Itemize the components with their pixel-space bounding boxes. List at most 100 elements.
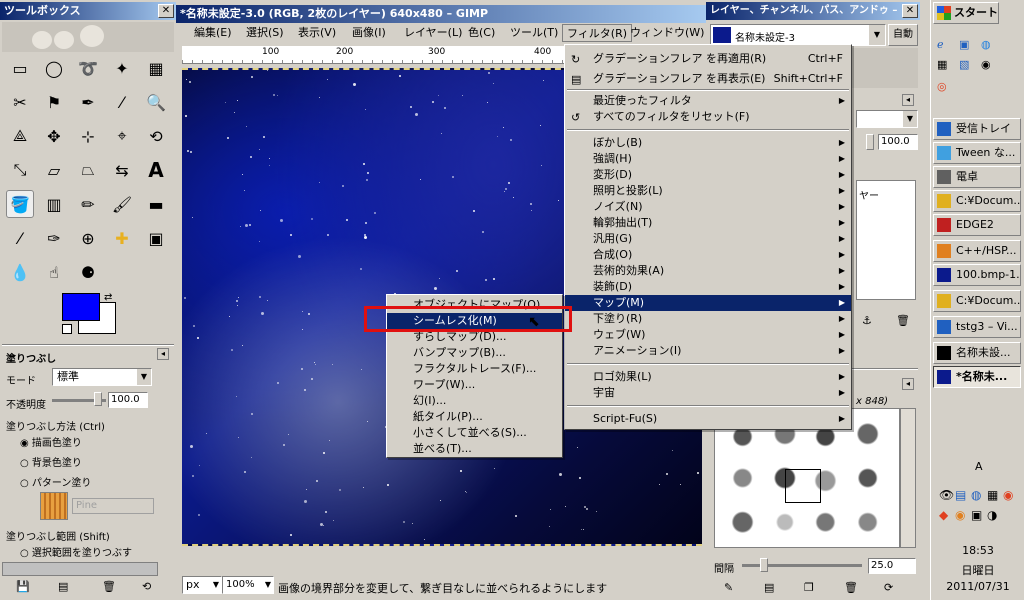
pattern-preview[interactable] [40,492,68,520]
mode-select[interactable]: 標準 ▼ [52,368,152,386]
taskbar-button[interactable]: Tween な... [933,142,1021,164]
menu-image[interactable]: 画像(I) [348,24,390,42]
filter-menu-item[interactable]: 汎用(G) ▶ [565,231,851,247]
paths-icon[interactable]: ✒ [74,88,102,116]
smudge-icon[interactable]: ☝ [40,258,68,286]
close-icon[interactable]: ✕ [902,4,918,18]
layer-opacity-input[interactable]: 100.0 [878,134,918,150]
menu-filters[interactable]: フィルタ(R) [562,24,633,42]
delete-layer-icon[interactable]: 🗑 [896,314,910,327]
tray-icon[interactable]: ◉ [955,508,965,522]
taskbar-button[interactable]: EDGE2 [933,214,1021,236]
tab-menu-icon[interactable]: ◂ [902,94,914,106]
menu-select[interactable]: 選択(S) [242,24,288,42]
app-icon[interactable]: ▧ [959,58,969,71]
radio-fg-fill[interactable]: ◉ 描画色塗り [20,434,82,449]
spacing-input[interactable]: 25.0 [868,558,916,574]
dodge-burn-icon[interactable]: ⚈ [74,258,102,286]
perspective-icon[interactable]: ⏢ [74,156,102,184]
zoom-icon[interactable]: 🔍 [142,88,170,116]
radio-pattern-fill[interactable]: ○ パターン塗り [20,474,91,489]
tray-icon[interactable]: ▦ [987,488,998,502]
filter-menu-item[interactable]: 強調(H) ▶ [565,151,851,167]
map-menu-item[interactable]: 並べる(T)... [387,441,562,457]
anchor-icon[interactable]: ⚓ [862,314,872,327]
new-brush-icon[interactable]: ▤ [764,581,774,594]
taskbar-button[interactable]: 名称未設... [933,342,1021,364]
spacing-slider-handle[interactable] [760,558,768,572]
chevron-down-icon[interactable]: ▼ [903,111,917,127]
filter-menu-item[interactable]: マップ(M) ▶ [565,295,851,311]
layer-mode-select[interactable]: ▼ [856,110,918,128]
tab-menu-icon[interactable]: ◂ [157,348,169,360]
perspective-clone-icon[interactable]: ▣ [142,224,170,252]
map-menu-item[interactable]: ワープ(W)... [387,377,562,393]
blend-icon[interactable]: ▥ [40,190,68,218]
flip-icon[interactable]: ⇆ [108,156,136,184]
auto-button[interactable]: 自動 [888,24,918,46]
refresh-brushes-icon[interactable]: ⟳ [884,581,893,594]
map-menu-item[interactable]: フラクタルトレース(F)... [387,361,562,377]
text-icon[interactable]: A [142,156,170,184]
opacity-slider-handle[interactable] [94,392,102,406]
ie-icon[interactable]: ℯ [937,38,944,51]
map-menu-item[interactable]: バンプマップ(B)... [387,345,562,361]
move-icon[interactable]: ✥ [40,122,68,150]
filter-menu-item[interactable]: アニメーション(I) ▶ [565,343,851,359]
close-icon[interactable]: ✕ [158,4,174,18]
taskbar-button[interactable]: 受信トレイ [933,118,1021,140]
shear-icon[interactable]: ▱ [40,156,68,184]
options-hscrollbar[interactable] [2,562,158,576]
default-colors-icon[interactable] [62,324,72,334]
tray-icon[interactable]: ▤ [955,488,966,502]
map-menu-item[interactable]: 幻(I)... [387,393,562,409]
pencil-icon[interactable]: ✏ [74,190,102,218]
free-select-icon[interactable]: ➰ [74,54,102,82]
filter-menu-item[interactable]: ノイズ(N) ▶ [565,199,851,215]
foreground-select-icon[interactable]: ⚑ [40,88,68,116]
chevron-down-icon[interactable]: ▼ [869,25,885,45]
taskbar-button[interactable]: tstg3 – Vi... [933,316,1021,338]
filter-menu-item[interactable]: 宇宙 ▶ [565,385,851,401]
chevron-down-icon[interactable]: ▼ [137,369,151,385]
rect-select-icon[interactable]: ▭ [6,54,34,82]
clock-time[interactable]: 18:53 [931,544,1024,557]
unit-select[interactable]: px ▼ [182,576,222,594]
image-select[interactable]: 名称未設定-3 ▼ [710,24,886,46]
crop-icon[interactable]: ⌖ [108,122,136,150]
taskbar-button[interactable]: C:¥Docum... [933,190,1021,212]
edit-brush-icon[interactable]: ✎ [724,581,733,594]
menu-color[interactable]: 色(C) [464,24,499,42]
taskbar-button[interactable]: C++/HSP... [933,240,1021,262]
filter-menu-item[interactable]: 装飾(D) ▶ [565,279,851,295]
app-icon[interactable]: ▦ [937,58,947,71]
delete-options-icon[interactable]: 🗑 [102,580,116,593]
tray-icon[interactable]: ◉ [1003,488,1013,502]
filter-menu-item[interactable]: ぼかし(B) ▶ [565,135,851,151]
ellipse-select-icon[interactable]: ◯ [40,54,68,82]
filter-menu-item[interactable]: ウェブ(W) ▶ [565,327,851,343]
delete-brush-icon[interactable]: 🗑 [844,581,858,594]
taskbar-button[interactable]: 100.bmp-1... [933,264,1021,286]
rotate-icon[interactable]: ⟲ [142,122,170,150]
blur-icon[interactable]: 💧 [6,258,34,286]
menu-tools[interactable]: ツール(T) [506,24,562,42]
map-menu-item[interactable]: 紙タイル(P)... [387,409,562,425]
taskbar-button[interactable]: C:¥Docum... [933,290,1021,312]
color-picker-icon[interactable]: ⁄ [108,88,136,116]
language-indicator[interactable]: A [975,460,983,473]
zoom-select[interactable]: 100% ▼ [222,576,274,594]
restore-options-icon[interactable]: ▤ [58,580,68,593]
filter-menu-item[interactable]: グラデーションフレア を再適用(R) ↻ Ctrl+F [565,51,851,67]
map-menu-item[interactable]: 小さくして並べる(S)... [387,425,562,441]
brush-vscrollbar[interactable] [900,408,916,548]
color-select-icon[interactable]: ▦ [142,54,170,82]
filter-menu-item[interactable]: 輪郭抽出(T) ▶ [565,215,851,231]
radio-fill-selection[interactable]: ○ 選択範囲を塗りつぶす [20,544,132,559]
tray-icon[interactable]: 👁 [939,488,954,502]
tray-icon[interactable]: ◆ [939,508,948,522]
layer-list[interactable]: ヤー [856,180,916,300]
layer-opacity-handle[interactable] [866,134,874,150]
bucket-fill-icon[interactable]: 🪣 [6,190,34,218]
duplicate-brush-icon[interactable]: ❐ [804,581,814,594]
